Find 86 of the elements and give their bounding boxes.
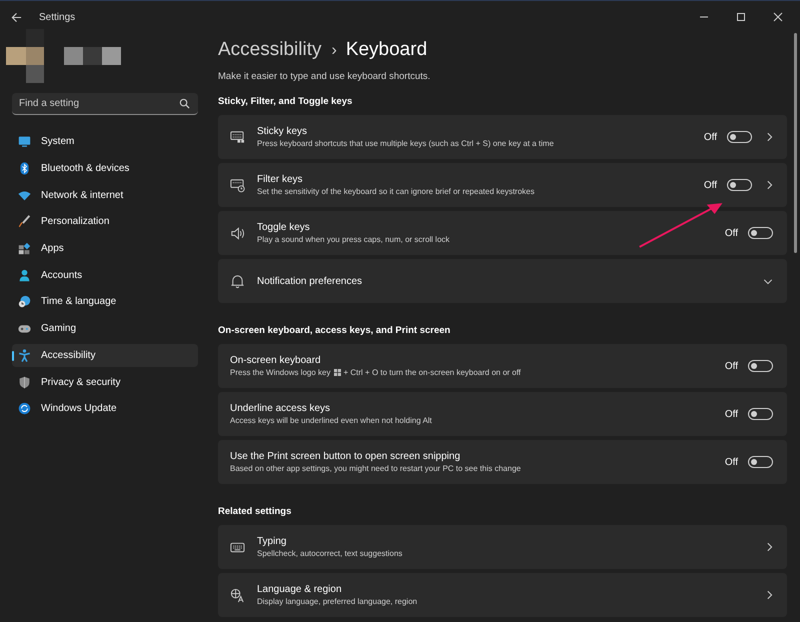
setting-description: Set the sensitivity of the keyboard so it can ignore brief or repeated keystrokes xyxy=(257,187,534,196)
paintbrush-icon xyxy=(18,215,31,228)
maximize-icon[interactable] xyxy=(736,12,746,22)
bluetooth-icon xyxy=(18,162,31,176)
sidebar-item[interactable]: Bluetooth & devices xyxy=(12,156,198,180)
setting-title: Filter keys xyxy=(257,174,304,185)
chevron-right-icon[interactable] xyxy=(766,590,773,600)
apps-icon xyxy=(18,242,31,256)
back-arrow-icon[interactable] xyxy=(11,12,22,22)
toggle-state: Off xyxy=(724,360,738,372)
section-heading: On-screen keyboard, access keys, and Print screen xyxy=(218,325,452,336)
toggle-state: Off xyxy=(724,408,738,420)
update-icon xyxy=(18,402,31,416)
sidebar-item[interactable]: Personalization xyxy=(12,210,198,234)
windows-logo-icon xyxy=(334,369,340,376)
toggle-state: Off xyxy=(724,228,738,238)
person-icon xyxy=(18,268,31,282)
breadcrumb-separator: › xyxy=(331,42,337,60)
breadcrumb-link[interactable]: Accessibility xyxy=(218,39,322,61)
keyboard-clock-icon xyxy=(230,178,245,192)
shield-icon xyxy=(18,376,31,389)
chevron-right-icon[interactable] xyxy=(766,542,773,552)
toggle-switch[interactable] xyxy=(748,227,773,239)
setting-title: Language & region xyxy=(257,584,343,595)
setting-description: Press keyboard shortcuts that use multiple keys (such as Ctrl + S) one key at a time xyxy=(257,139,554,148)
toggle-switch[interactable] xyxy=(748,456,773,468)
setting-card[interactable]: Toggle keys Play a sound when you press caps, num, or scroll lock Off xyxy=(218,211,787,255)
selection-indicator xyxy=(12,350,14,360)
speaker-icon xyxy=(230,226,245,240)
sidebar-item[interactable]: Gaming xyxy=(12,316,198,340)
chevron-right-icon[interactable] xyxy=(766,180,773,190)
setting-card[interactable]: Sticky keys Press keyboard shortcuts that use multiple keys (such as Ctrl + S) one key at a time Off xyxy=(218,115,787,159)
sidebar-item[interactable]: Accessibility xyxy=(12,344,198,368)
setting-description: Display language, preferred language, region xyxy=(257,597,418,606)
setting-description: Access keys will be underlined even when not holding Alt xyxy=(230,416,432,425)
setting-card[interactable]: On-screen keyboard Press the Windows logo key + Ctrl + O to turn the on-screen keyboard on or off Off xyxy=(218,344,787,388)
setting-card[interactable]: Language & region Display language, preferred language, region xyxy=(218,573,787,617)
sidebar-item[interactable]: Apps xyxy=(12,236,198,260)
setting-title: Underline access keys xyxy=(230,403,332,414)
toggle-switch[interactable] xyxy=(727,131,752,143)
accessibility-icon xyxy=(18,348,31,362)
sidebar-item[interactable]: Privacy & security xyxy=(12,370,198,394)
bell-icon xyxy=(230,274,245,288)
scrollbar[interactable] xyxy=(794,33,797,253)
setting-description: Press the Windows logo key xyxy=(230,368,330,377)
globe-clock-icon xyxy=(18,295,31,308)
sidebar-item[interactable]: Accounts xyxy=(12,263,198,288)
keyboard-icon xyxy=(230,130,245,144)
sidebar-item[interactable]: System xyxy=(12,130,198,154)
section-heading: Related settings xyxy=(218,506,292,517)
toggle-switch[interactable] xyxy=(727,179,752,191)
setting-description: Based on other app settings, you might need to restart your PC to see this change xyxy=(230,464,521,473)
wifi-icon xyxy=(18,188,31,202)
setting-card[interactable]: Typing Spellcheck, autocorrect, text suggestions xyxy=(218,525,787,569)
chevron-right-icon[interactable] xyxy=(766,132,773,142)
search-field[interactable]: Find a setting xyxy=(12,93,198,115)
toggle-state: Off xyxy=(704,180,717,190)
page-title: Keyboard xyxy=(346,39,428,61)
monitor-icon xyxy=(18,135,31,148)
setting-title: Toggle keys xyxy=(257,222,311,233)
setting-card[interactable]: Use the Print screen button to open screen snipping Based on other app settings, you might need to restart your PC to see this change Off xyxy=(218,440,787,484)
page-subtitle: Make it easier to type and use keyboard shortcuts. xyxy=(218,71,432,82)
sidebar-item[interactable]: Windows Update xyxy=(12,396,198,421)
window-title: Settings xyxy=(39,12,76,22)
setting-title: Notification preferences xyxy=(257,276,364,286)
language-icon xyxy=(230,588,245,602)
setting-title: Sticky keys xyxy=(257,126,308,137)
toggle-switch[interactable] xyxy=(748,408,773,420)
setting-title: On-screen keyboard xyxy=(230,355,322,366)
setting-description: + Ctrl + O to turn the on-screen keyboard on or off xyxy=(344,368,521,377)
section-heading: Sticky, Filter, and Toggle keys xyxy=(218,96,354,107)
close-icon[interactable] xyxy=(773,12,783,22)
setting-title: Typing xyxy=(257,536,288,547)
setting-card[interactable]: Filter keys Set the sensitivity of the keyboard so it can ignore brief or repeated keystrokes Off xyxy=(218,163,787,207)
toggle-state: Off xyxy=(724,456,738,468)
setting-description: Play a sound when you press caps, num, or scroll lock xyxy=(257,235,450,244)
setting-description: Spellcheck, autocorrect, text suggestions xyxy=(257,549,402,558)
setting-title: Use the Print screen button to open screen snipping xyxy=(230,451,462,462)
sidebar-item[interactable]: Time & language xyxy=(12,290,198,314)
setting-card[interactable]: Notification preferences xyxy=(218,259,787,303)
toggle-switch[interactable] xyxy=(748,360,773,372)
search-icon[interactable] xyxy=(179,98,190,109)
toggle-state: Off xyxy=(704,132,717,142)
setting-card[interactable]: Underline access keys Access keys will be underlined even when not holding Alt Off xyxy=(218,392,787,436)
sidebar-item[interactable]: Network & internet xyxy=(12,183,198,208)
chevron-down-icon[interactable] xyxy=(763,278,773,284)
